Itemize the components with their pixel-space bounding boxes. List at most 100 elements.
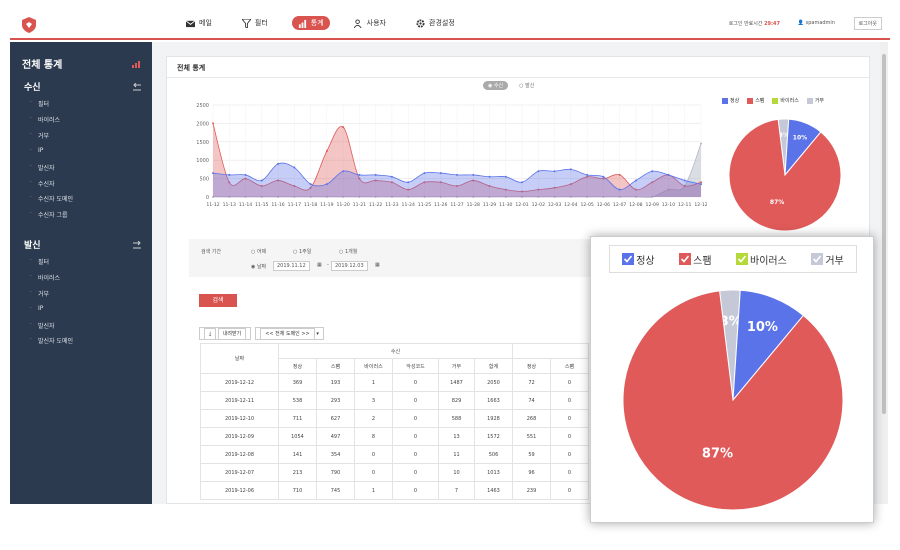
data-point[interactable] (700, 181, 702, 184)
data-point[interactable] (358, 173, 361, 176)
data-point[interactable] (537, 170, 540, 173)
col-send-normal[interactable]: 정상 (512, 358, 551, 374)
date-from-input[interactable]: 2019.11.12 (273, 261, 310, 271)
data-point[interactable] (504, 175, 507, 178)
nav-users[interactable]: 사용자 (348, 16, 392, 30)
sidebar-recv-recipient-group[interactable]: 수신자 그룹 (30, 210, 67, 219)
data-point[interactable] (342, 170, 345, 173)
col-total[interactable]: 합계 (474, 358, 513, 374)
scrollbar-thumb[interactable] (882, 54, 886, 414)
sidebar-send-ip[interactable]: IP (29, 305, 43, 312)
data-point[interactable] (244, 173, 247, 176)
send-arrow-icon[interactable] (132, 241, 142, 249)
data-point[interactable] (325, 183, 328, 186)
sidebar-send-sender-domain[interactable]: 발신자 도메인 (30, 336, 73, 345)
data-point[interactable] (309, 183, 312, 186)
data-point[interactable] (618, 173, 621, 176)
sidebar-send-filter[interactable]: 필터 (30, 257, 49, 266)
legend-large-normal[interactable]: 정상 (622, 252, 655, 267)
cell-total[interactable]: 1663 (474, 391, 513, 410)
data-point[interactable] (683, 179, 686, 182)
radio-yesterday[interactable]: ○ 어제 (251, 248, 266, 255)
data-point[interactable] (667, 173, 670, 176)
legend-normal[interactable]: 정상 (722, 97, 739, 104)
nav-settings[interactable]: 환경설정 (410, 16, 461, 30)
cell-total[interactable]: 1572 (474, 427, 513, 446)
sidebar-recv-reject[interactable]: 거부 (30, 131, 49, 140)
vertical-scrollbar[interactable] (880, 42, 888, 504)
nav-filter[interactable]: 필터 (236, 16, 274, 30)
data-point[interactable] (325, 150, 328, 152)
data-point[interactable] (293, 166, 296, 169)
nav-mail[interactable]: 메일 (180, 16, 218, 30)
col-reject[interactable]: 거부 (438, 358, 475, 374)
data-point[interactable] (277, 162, 280, 165)
data-point[interactable] (569, 168, 572, 171)
col-malware[interactable]: 악성코드 (392, 358, 439, 374)
download-button[interactable]: ⤓ 내려받기 (199, 327, 252, 340)
data-point[interactable] (456, 173, 458, 176)
toggle-send[interactable]: ○ 발신 (514, 81, 539, 90)
data-point[interactable] (342, 126, 345, 129)
data-point[interactable] (651, 170, 654, 173)
sidebar-recv-virus[interactable]: 바이러스 (30, 115, 60, 124)
calendar-icon[interactable]: ▦ (375, 262, 380, 268)
data-point[interactable] (700, 142, 702, 145)
radio-date[interactable]: ◉ 날짜 (251, 263, 266, 270)
cell-total[interactable]: 2050 (474, 373, 513, 392)
radio-month[interactable]: ○ 1개월 (339, 248, 357, 255)
data-point[interactable] (472, 173, 475, 176)
toggle-recv[interactable]: ◉ 수신 (483, 81, 509, 90)
data-point[interactable] (553, 170, 556, 173)
logout-button[interactable]: 로그아웃 (853, 17, 882, 30)
data-point[interactable] (212, 122, 214, 125)
domain-select[interactable]: << 전체 도메인 >> ▾ (255, 327, 324, 340)
legend-spam[interactable]: 스팸 (747, 97, 764, 104)
sidebar-send-reject[interactable]: 거부 (30, 289, 49, 298)
sidebar-recv-filter[interactable]: 필터 (30, 99, 49, 108)
recv-arrow-icon[interactable] (132, 83, 142, 91)
data-point[interactable] (390, 175, 393, 178)
data-point[interactable] (260, 179, 263, 182)
legend-large-virus[interactable]: 바이러스 (736, 252, 787, 267)
sidebar-recv-ip[interactable]: IP (29, 147, 43, 154)
col-send-spam[interactable]: 스팸 (550, 358, 589, 374)
sidebar-recv-sender[interactable]: 발신자 (30, 163, 54, 172)
col-normal[interactable]: 정상 (278, 358, 317, 374)
legend-large-spam[interactable]: 스팸 (679, 252, 712, 267)
search-button[interactable]: 검색 (199, 294, 237, 307)
radio-week[interactable]: ○ 1주일 (293, 248, 311, 255)
col-spam[interactable]: 스팸 (316, 358, 355, 374)
stats-icon[interactable] (132, 60, 142, 68)
legend-virus[interactable]: 바이러스 (772, 97, 799, 104)
sidebar-send-virus[interactable]: 바이러스 (30, 273, 60, 282)
data-point[interactable] (439, 172, 442, 175)
data-point[interactable] (521, 181, 524, 184)
col-virus[interactable]: 바이러스 (354, 358, 393, 374)
legend-large-reject[interactable]: 거부 (811, 252, 844, 267)
data-point[interactable] (228, 173, 231, 176)
cell-total[interactable]: 506 (474, 445, 513, 464)
data-point[interactable] (407, 181, 410, 184)
calendar-icon[interactable]: ▦ (317, 262, 322, 268)
legend-large-reject-label: 거부 (825, 255, 844, 267)
data-point[interactable] (212, 172, 214, 175)
sidebar-recv-recipient[interactable]: 수신자 (30, 179, 54, 188)
data-point[interactable] (374, 173, 377, 176)
data-point[interactable] (488, 175, 491, 178)
cell-total[interactable]: 1928 (474, 409, 513, 428)
data-point[interactable] (618, 188, 621, 191)
col-date[interactable]: 날짜 (200, 343, 279, 374)
data-point[interactable] (602, 175, 605, 178)
date-to-input[interactable]: 2019.12.03 (331, 261, 368, 271)
cell-total[interactable]: 1013 (474, 463, 513, 482)
nav-stats[interactable]: 통계 (291, 16, 330, 30)
data-point[interactable] (700, 183, 702, 186)
sidebar-send-sender[interactable]: 발신자 (30, 321, 54, 330)
data-point[interactable] (586, 173, 589, 176)
sidebar-recv-recipient-domain[interactable]: 수신자 도메인 (30, 194, 73, 203)
legend-reject[interactable]: 거부 (806, 97, 824, 104)
cell-total[interactable]: 1463 (474, 481, 513, 500)
data-point[interactable] (634, 179, 637, 182)
data-point[interactable] (423, 172, 426, 175)
